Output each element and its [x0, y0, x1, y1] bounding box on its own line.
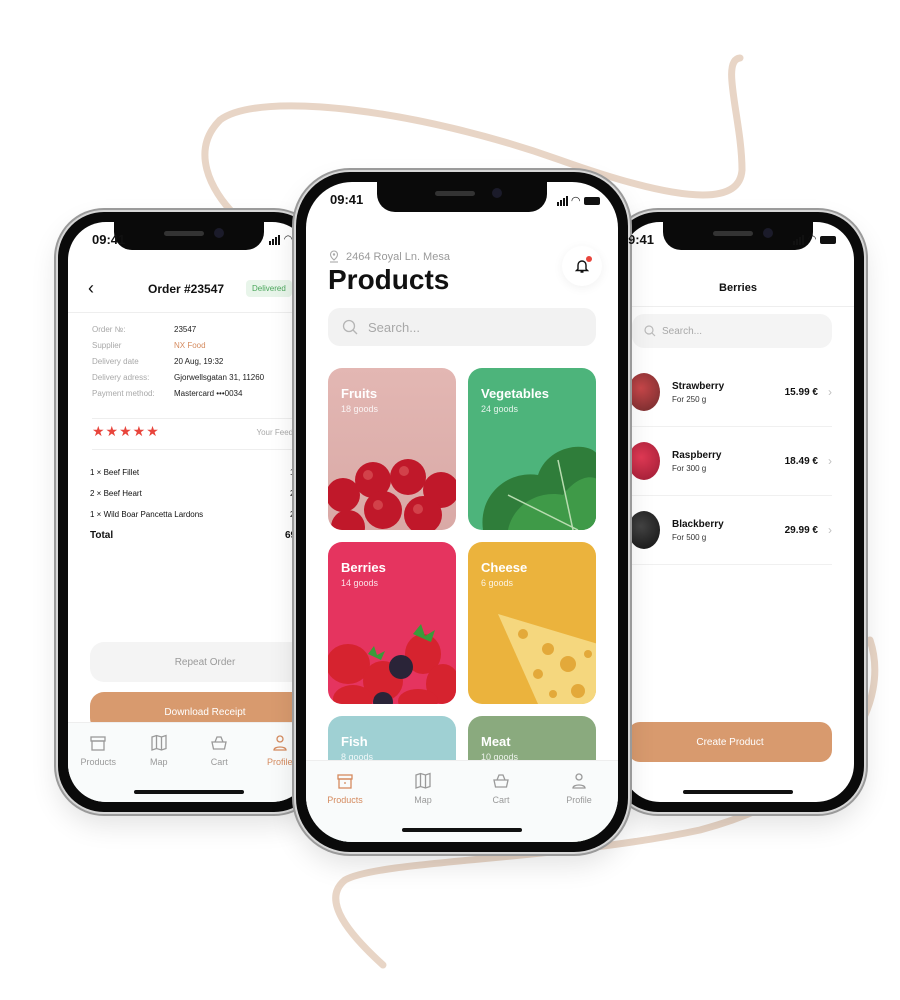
wifi-icon: ◠ [571, 195, 580, 207]
search-icon [342, 319, 358, 335]
star-rating[interactable]: ★★★★★ [92, 423, 160, 440]
notifications-button[interactable] [562, 246, 602, 286]
phone-order-details: 09:41 ◠ ‹ Order #23547 Delivered Order №… [58, 212, 320, 812]
home-indicator [402, 828, 522, 832]
category-card-vegetables[interactable]: Vegetables 24 goods [468, 368, 596, 530]
detail-row: Delivery date 20 Aug, 19:32 [92, 357, 224, 366]
detail-row: Supplier NX Food [92, 338, 310, 354]
repeat-order-button[interactable]: Repeat Order [90, 642, 310, 682]
order-screen: 09:41 ◠ ‹ Order #23547 Delivered Order №… [68, 222, 310, 802]
map-icon [415, 772, 431, 789]
product-row[interactable]: Blackberry For 500 g 29.99 € › [628, 496, 832, 565]
chevron-right-icon: › [828, 523, 832, 537]
products-screen: 09:41 ◠ 2464 Royal Ln. Mesa Products Sea… [306, 182, 618, 842]
phone-berries: 9:41 ◠ Berries Search... Strawberry For 2… [612, 212, 864, 812]
search-placeholder: Search... [368, 319, 421, 335]
tab-products[interactable]: Products [315, 771, 375, 842]
back-button[interactable]: ‹ [88, 278, 94, 299]
category-card-fruits[interactable]: Fruits 18 goods [328, 368, 456, 530]
search-input[interactable]: Search... [328, 308, 596, 346]
order-item: 1 × Wild Boar Pancetta Lardons25.20 [90, 510, 310, 519]
berries-screen: 9:41 ◠ Berries Search... Strawberry For 2… [622, 222, 854, 802]
signal-icon [793, 234, 805, 245]
berries-title: Berries [719, 282, 757, 294]
user-icon [273, 735, 287, 751]
chevron-right-icon: › [828, 454, 832, 468]
product-thumbnail [628, 373, 660, 411]
berries-header: Berries [622, 272, 854, 307]
basket-icon [493, 774, 509, 788]
apples-image [328, 459, 456, 530]
order-item: 1 × Beef Fillet10.20 [90, 468, 310, 477]
status-time: 09:41 [330, 192, 364, 207]
product-thumbnail [628, 511, 660, 549]
search-placeholder: Search... [662, 325, 703, 337]
location-pin-icon [329, 250, 339, 263]
tab-products[interactable]: Products [68, 733, 128, 802]
battery-icon [584, 196, 600, 205]
tab-profile[interactable]: Profile [549, 771, 609, 842]
create-product-button[interactable]: Create Product [628, 722, 832, 762]
status-time: 09:41 [92, 232, 126, 247]
wifi-icon: ◠ [284, 234, 292, 245]
box-icon [337, 774, 353, 789]
berries-image [328, 624, 456, 704]
order-title: Order #23547 [148, 282, 225, 296]
supplier-link[interactable]: NX Food [174, 338, 206, 354]
detail-row: Payment method: Mastercard •••0034 [92, 389, 243, 398]
category-card-berries[interactable]: Berries 14 goods [328, 542, 456, 704]
order-details: Order №: 23547 Supplier NX Food Delivery d… [92, 322, 310, 402]
box-icon [90, 736, 106, 751]
page-title: Products [328, 264, 450, 295]
order-items: 1 × Beef Fillet10.20 2 × Beef Heart22.10… [90, 462, 310, 546]
detail-row: Delivery adress: Gjorwellsgatan 31, 11260 [92, 373, 265, 382]
status-time: 9:41 [628, 232, 655, 247]
order-item: 2 × Beef Heart22.10 [90, 489, 310, 498]
berries-search-input[interactable]: Search... [632, 314, 832, 348]
phone-products: 09:41 ◠ 2464 Royal Ln. Mesa Products Sea… [296, 172, 628, 852]
product-thumbnail [628, 442, 660, 480]
basket-icon [211, 736, 228, 750]
status-bar: 9:41 ◠ [622, 232, 854, 252]
home-indicator [683, 790, 793, 794]
order-total: Total69.50 [90, 530, 310, 541]
home-indicator [134, 790, 244, 794]
product-row[interactable]: Strawberry For 250 g 15.99 € › [628, 358, 832, 427]
status-bar: 09:41 ◠ [306, 192, 618, 212]
search-icon [644, 325, 656, 337]
notification-dot [586, 256, 592, 262]
category-card-cheese[interactable]: Cheese 6 goods [468, 542, 596, 704]
wifi-icon: ◠ [808, 234, 816, 245]
signal-icon [556, 195, 568, 206]
order-header: ‹ Order #23547 Delivered [68, 272, 310, 313]
map-icon [151, 734, 167, 751]
location[interactable]: 2464 Royal Ln. Mesa [328, 250, 450, 263]
greens-image [482, 446, 596, 530]
signal-icon [269, 234, 281, 245]
location-text: 2464 Royal Ln. Mesa [346, 250, 450, 263]
cheese-image [498, 614, 596, 704]
user-icon [572, 773, 586, 789]
product-list: Strawberry For 250 g 15.99 € › Raspberry Fo… [628, 358, 832, 565]
detail-row: Order №: 23547 [92, 325, 197, 334]
product-row[interactable]: Raspberry For 300 g 18.49 € › [628, 427, 832, 496]
status-badge: Delivered [246, 280, 292, 297]
battery-icon [820, 235, 836, 244]
status-bar: 09:41 ◠ [68, 232, 310, 252]
chevron-right-icon: › [828, 385, 832, 399]
rating-row: ★★★★★ Your Feedback [92, 418, 310, 450]
